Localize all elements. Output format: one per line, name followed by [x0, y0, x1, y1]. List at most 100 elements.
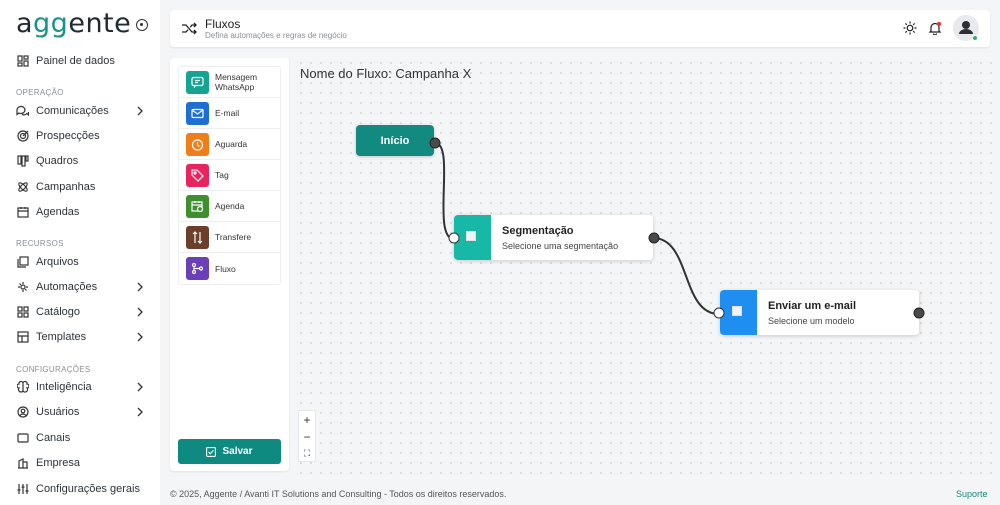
online-status-dot	[972, 35, 978, 41]
flow-branch-icon	[186, 257, 209, 280]
send-email-node-title: Enviar um e-mail	[768, 300, 857, 312]
channel-icon	[16, 432, 29, 445]
sidebar-item-inteligencia[interactable]: Inteligência	[16, 377, 146, 397]
save-button-label: Salvar	[222, 446, 253, 457]
palette-item-label: Aguarda	[215, 139, 248, 149]
kanban-icon	[16, 155, 29, 168]
sidebar-item-automacoes[interactable]: Automações	[16, 277, 146, 297]
sidebar-item-label: Painel de dados	[36, 55, 115, 67]
sidebar-item-label: Configurações gerais	[36, 483, 140, 495]
sidebar-item-canais[interactable]: Canais	[16, 428, 146, 448]
section-label-operacao: OPERAÇÃO	[16, 88, 64, 97]
palette-item-whatsapp[interactable]: Mensagem WhatsApp	[179, 67, 280, 98]
palette-item-label: E-mail	[215, 108, 240, 118]
sidebar-item-label: Templates	[36, 331, 87, 343]
dashboard-icon	[16, 55, 29, 68]
sidebar-item-catalogo[interactable]: Catálogo	[16, 302, 146, 322]
sidebar-item-campanhas[interactable]: Campanhas	[16, 177, 146, 197]
palette-item-label: Agenda	[215, 201, 245, 211]
zoom-controls: + − ⛶	[298, 410, 316, 462]
sidebar-item-prospeccoes[interactable]: Prospecções	[16, 126, 146, 146]
sidebar-item-configuracoes-gerais[interactable]: Configurações gerais	[16, 479, 146, 499]
brain-icon	[16, 381, 29, 394]
whatsapp-message-icon	[186, 70, 209, 94]
sidebar-item-label: Comunicações	[36, 105, 109, 117]
support-link[interactable]: Suporte	[956, 489, 988, 499]
segmentation-node[interactable]: Segmentação Selecione uma segmentação	[454, 215, 653, 260]
sidebar-item-label: Campanhas	[36, 181, 96, 193]
broken-image-icon	[732, 306, 742, 316]
transfer-icon	[186, 225, 209, 249]
page-subtitle: Defina automações e regras de negócio	[205, 31, 347, 40]
palette-item-label: Fluxo	[215, 263, 236, 274]
segmentation-node-subtitle: Selecione uma segmentação	[502, 241, 619, 251]
sidebar-item-agendas[interactable]: Agendas	[16, 202, 146, 222]
logo[interactable]: aggente	[16, 8, 131, 39]
sidebar-item-quadros[interactable]: Quadros	[16, 151, 146, 171]
palette-item-label-line2: WhatsApp	[215, 82, 255, 92]
send-email-node[interactable]: Enviar um e-mail Selecione um modelo	[720, 290, 919, 335]
palette-item-label: Mensagem	[215, 72, 258, 82]
segmentation-node-title: Segmentação	[502, 225, 574, 237]
tag-icon	[186, 163, 209, 187]
edge-start-to-segmentacao[interactable]	[434, 142, 455, 240]
palette-item-email[interactable]: E-mail	[179, 98, 280, 129]
zoom-out-button[interactable]: −	[299, 428, 315, 445]
sidebar-toggle-icon[interactable]	[136, 19, 148, 31]
timer-icon	[186, 132, 209, 156]
palette-item-aguarda[interactable]: Aguarda	[179, 129, 280, 160]
broken-image-icon	[466, 231, 476, 241]
sun-icon[interactable]	[903, 21, 917, 35]
sidebar-item-label: Empresa	[36, 457, 81, 469]
start-node[interactable]: Início	[356, 125, 434, 156]
flow-edges	[434, 142, 720, 315]
chat-icon	[16, 105, 29, 118]
start-node-output-handle[interactable]	[429, 137, 441, 149]
sidebar-item-usuarios[interactable]: Usuários	[16, 402, 146, 422]
palette-list: Mensagem WhatsApp E-mail Aguarda Tag Agen…	[178, 66, 281, 285]
calendar-clock-icon	[186, 194, 209, 218]
user-circle-icon	[16, 406, 29, 419]
notification-bell-icon[interactable]	[928, 21, 942, 35]
sidebar-item-empresa[interactable]: Empresa	[16, 453, 146, 473]
check-square-icon	[206, 446, 217, 457]
palette-item-agenda[interactable]: Agenda	[179, 191, 280, 222]
edge-segmentacao-to-email[interactable]	[652, 237, 720, 315]
mail-icon	[186, 101, 209, 125]
shuffle-icon	[182, 22, 197, 35]
files-icon	[16, 256, 29, 269]
segmentation-input-handle[interactable]	[448, 232, 460, 244]
fit-view-button[interactable]: ⛶	[299, 445, 315, 462]
flow-canvas[interactable]: Nome do Fluxo: Campanha X Início Segment…	[296, 58, 1000, 478]
send-email-node-band	[720, 290, 757, 335]
sidebar-item-label: Automações	[36, 281, 98, 293]
send-email-input-handle[interactable]	[713, 307, 725, 319]
chevron-right-icon	[137, 332, 143, 342]
sidebar-item-label: Agendas	[36, 206, 80, 218]
chevron-right-icon	[137, 407, 143, 417]
page-title: Fluxos	[205, 17, 241, 31]
catalog-icon	[16, 306, 29, 319]
template-icon	[16, 331, 29, 344]
chevron-right-icon	[137, 282, 143, 292]
sidebar-item-comunicacoes[interactable]: Comunicações	[16, 101, 146, 121]
segmentation-output-handle[interactable]	[648, 232, 660, 244]
target-icon	[16, 130, 29, 143]
palette-item-label: Tag	[215, 170, 229, 180]
section-label-configuracoes: CONFIGURAÇÕES	[16, 365, 91, 374]
building-icon	[16, 457, 29, 470]
palette-item-label: Transfere	[215, 232, 252, 242]
palette-item-tag[interactable]: Tag	[179, 160, 280, 191]
sidebar-item-templates[interactable]: Templates	[16, 327, 146, 347]
palette-item-fluxo[interactable]: Fluxo	[179, 253, 280, 284]
node-palette: Mensagem WhatsApp E-mail Aguarda Tag Agen…	[170, 58, 289, 471]
zoom-in-button[interactable]: +	[299, 411, 315, 428]
calendar-icon	[16, 206, 29, 219]
sidebar-item-painel-de-dados[interactable]: Painel de dados	[16, 51, 146, 71]
sidebar-item-arquivos[interactable]: Arquivos	[16, 252, 146, 272]
save-button[interactable]: Salvar	[178, 439, 281, 464]
send-email-output-handle[interactable]	[913, 307, 925, 319]
sidebar-item-label: Catálogo	[36, 306, 81, 318]
start-node-label: Início	[380, 134, 410, 147]
palette-item-transfere[interactable]: Transfere	[179, 222, 280, 253]
